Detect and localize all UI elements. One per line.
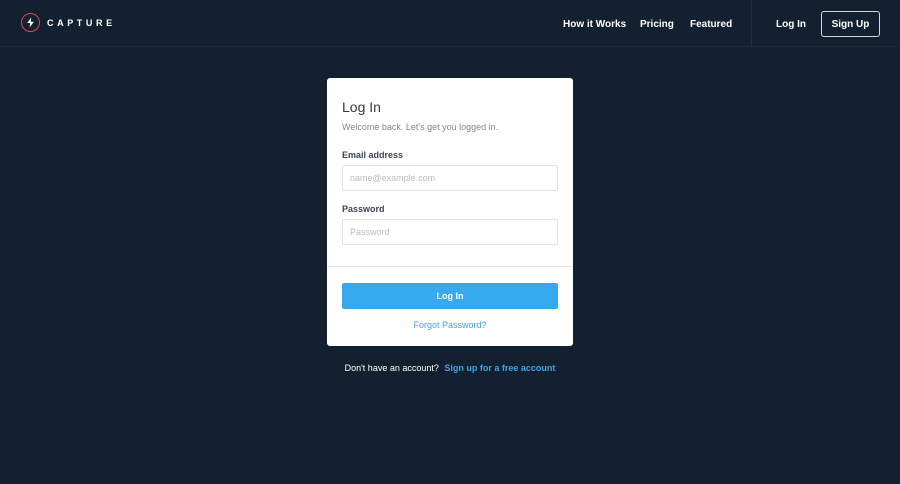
signup-free-account-link[interactable]: Sign up for a free account <box>444 363 555 373</box>
nav-log-in[interactable]: Log In <box>776 19 806 30</box>
sign-up-button[interactable]: Sign Up <box>821 11 880 37</box>
card-divider <box>327 266 573 267</box>
password-field[interactable] <box>342 219 558 245</box>
login-subtitle: Welcome back. Let's get you logged in. <box>342 122 499 132</box>
email-field[interactable] <box>342 165 558 191</box>
signup-prompt-text: Don't have an account? <box>344 363 439 373</box>
email-label: Email address <box>342 150 404 160</box>
brand-name: CAPTURE <box>47 17 116 28</box>
nav-pricing[interactable]: Pricing <box>640 19 674 30</box>
login-card: Log In Welcome back. Let's get you logge… <box>327 78 573 346</box>
login-title: Log In <box>342 99 381 115</box>
password-label: Password <box>342 204 385 214</box>
forgot-password-link: Forgot Password? <box>327 320 573 330</box>
nav-how-it-works[interactable]: How it Works <box>563 19 626 30</box>
brand-logo[interactable]: CAPTURE <box>21 13 116 32</box>
top-navigation-bar: CAPTURE How it Works Pricing Featured Lo… <box>0 0 900 47</box>
forgot-password-label[interactable]: Forgot Password? <box>413 320 486 330</box>
nav-featured[interactable]: Featured <box>690 19 732 30</box>
lightning-bolt-icon <box>21 13 40 32</box>
signup-prompt: Don't have an account? Sign up for a fre… <box>0 363 900 373</box>
nav-divider <box>751 0 752 46</box>
log-in-button[interactable]: Log In <box>342 283 558 309</box>
